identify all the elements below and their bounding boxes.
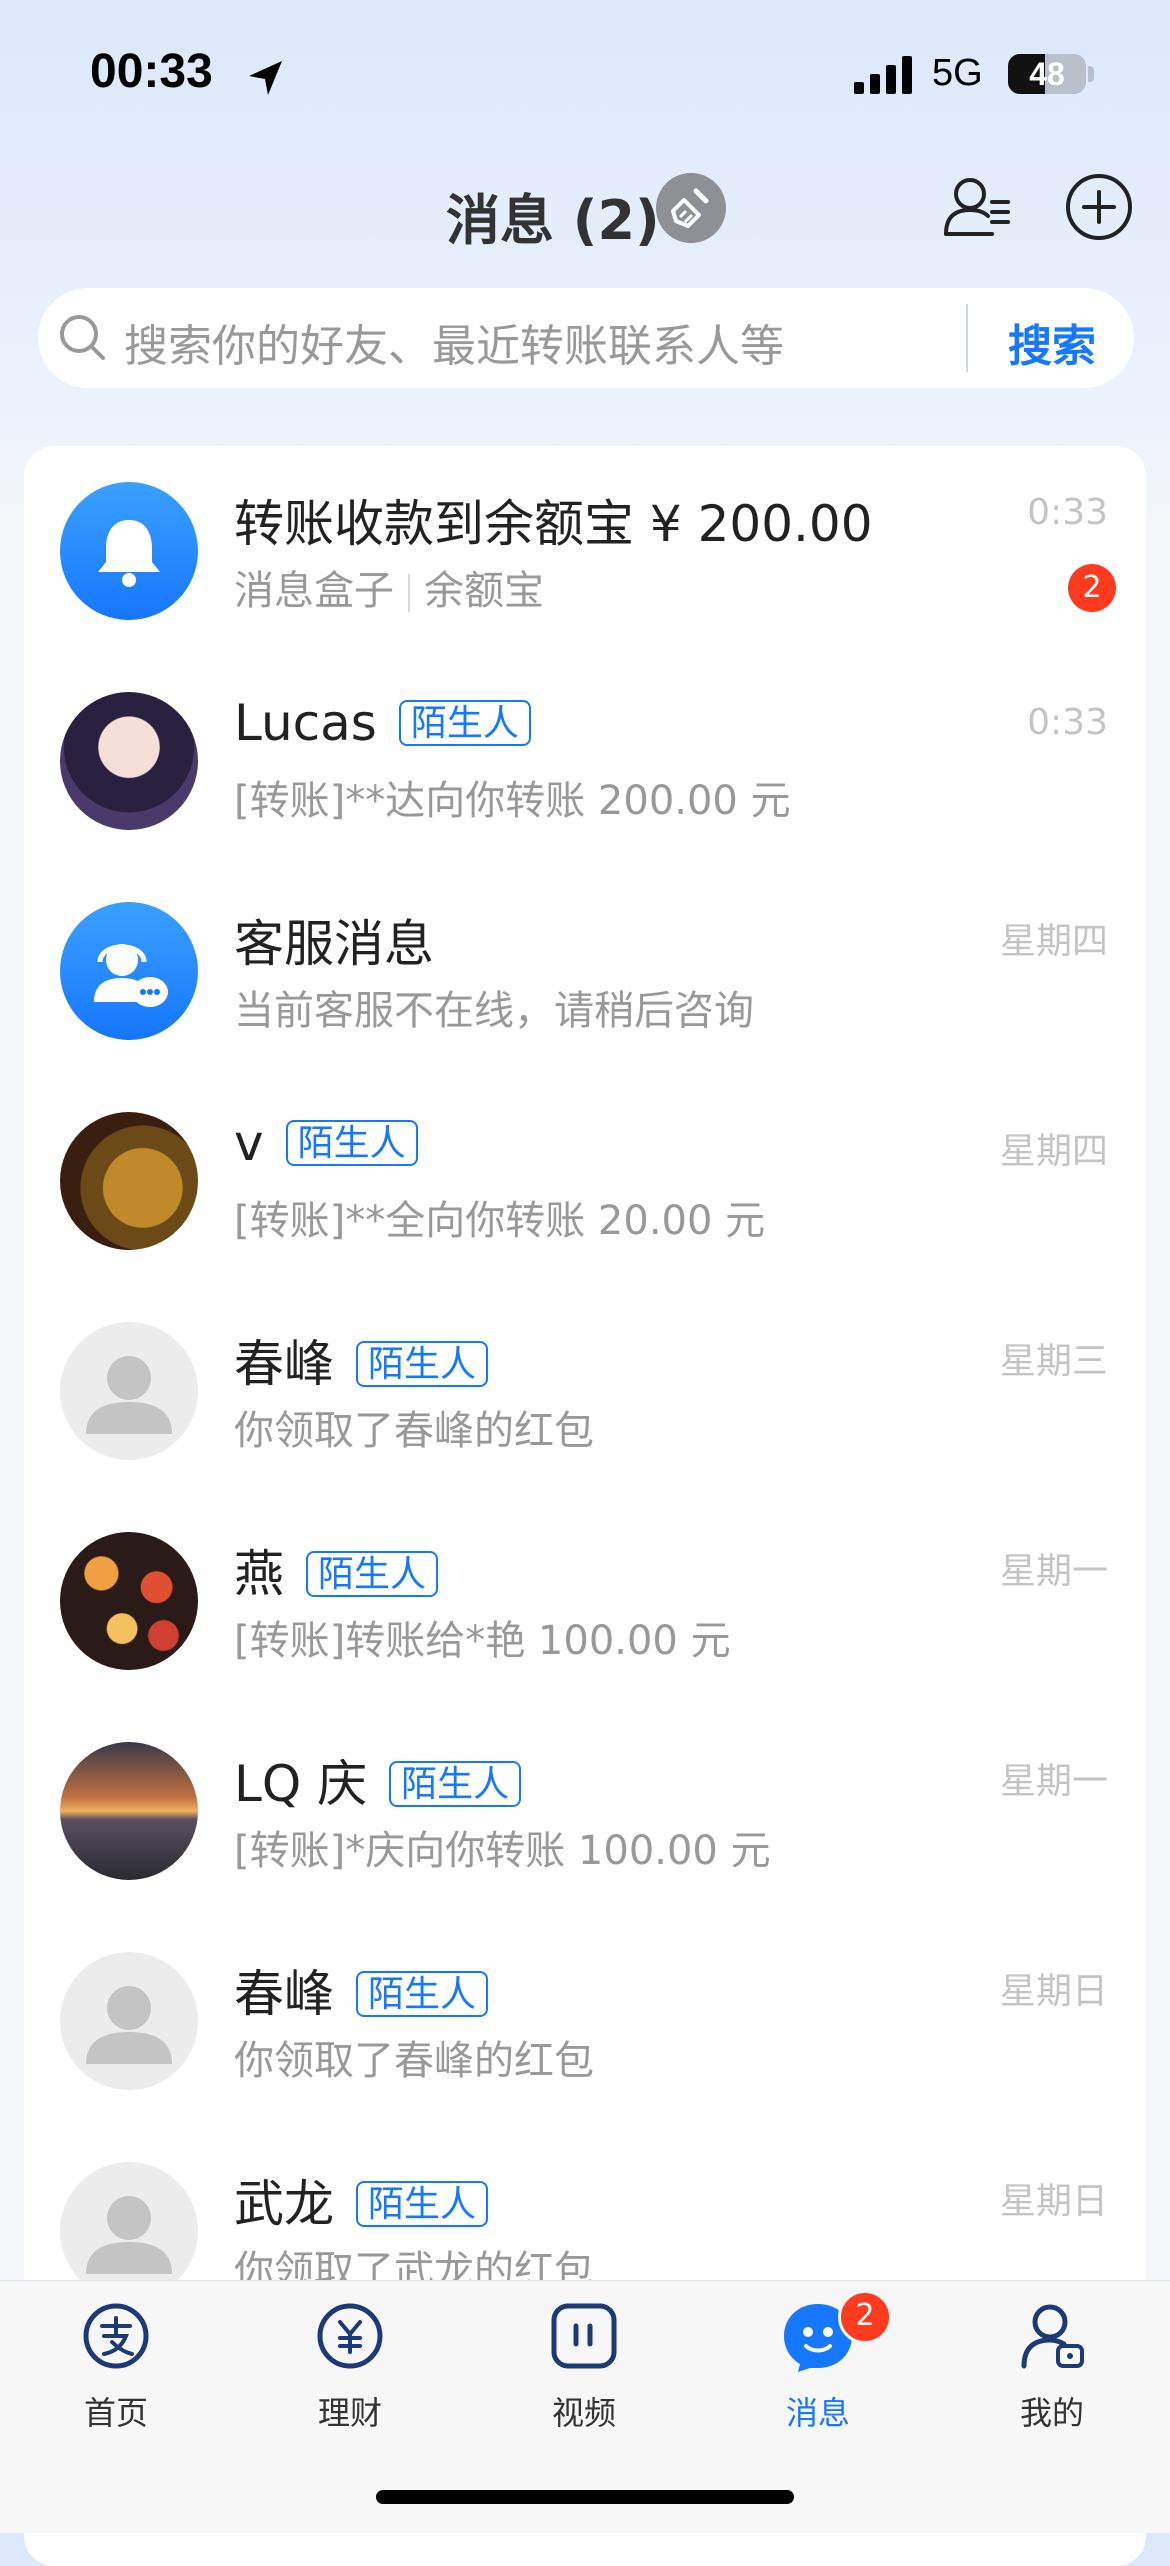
tab-wealth[interactable]: 理财 [270,2296,430,2434]
message-time: 0:33 [1027,702,1108,743]
video-icon [551,2303,617,2369]
message-source: 消息盒子 [234,568,394,614]
network-type: 5G [932,52,983,94]
message-time: 星期一 [999,1551,1108,1592]
message-preview: 你领取了春峰的红包 [234,2038,594,2084]
battery-tip [1088,66,1094,82]
contact-name: Lucas [234,694,377,752]
statue-avatar [60,1112,198,1250]
message-row-yan[interactable]: 燕陌生人 [转账]转账给*艳 100.00 元 星期一 [0,1496,1170,1706]
message-time: 星期三 [999,1341,1108,1382]
tab-label: 消息 [785,2394,850,2432]
contact-name: 武龙 [234,2175,334,2233]
search-divider [966,304,968,372]
tab-unread-badge: 2 [838,2290,892,2344]
tab-video[interactable]: 视频 [504,2296,664,2434]
stranger-tag: 陌生人 [356,1970,489,2017]
message-preview: 你领取了春峰的红包 [234,1408,594,1454]
contact-name: 春峰 [234,1335,334,1393]
battery-icon: 48 [1008,54,1086,94]
stranger-tag: 陌生人 [356,1340,489,1387]
contact-name: 春峰 [234,1965,334,2023]
stranger-tag: 陌生人 [389,1760,522,1807]
message-time: 星期日 [999,2181,1108,2222]
message-row-customer-service[interactable]: 客服消息 当前客服不在线，请稍后咨询 星期四 [0,866,1170,1076]
location-arrow-icon [249,61,282,95]
message-preview: [转账]**全向你转账 20.00 元 [234,1198,766,1244]
lanterns-avatar [60,1532,198,1670]
yuan-icon [317,2303,383,2369]
message-preview: [转账]**达向你转账 200.00 元 [234,778,791,824]
message-preview: [转账]*庆向你转账 100.00 元 [234,1828,771,1874]
message-time: 星期一 [999,1761,1108,1802]
alipay-home-icon [83,2303,149,2369]
search-input[interactable]: 搜索你的好友、最近转账联系人等 [124,310,784,374]
bell-icon [60,482,198,620]
message-preview: [转账]转账给*艳 100.00 元 [234,1618,731,1664]
clear-unread-button[interactable] [656,173,726,243]
add-icon[interactable] [1064,172,1134,242]
battery-percent: 48 [1029,56,1065,92]
divider [408,574,410,612]
search-button[interactable]: 搜索 [1008,310,1096,374]
tab-home[interactable]: 首页 [36,2296,196,2434]
tab-profile[interactable]: 我的 [972,2296,1132,2434]
stranger-tag: 陌生人 [306,1550,439,1597]
contacts-icon[interactable] [942,172,1014,242]
message-category: 余额宝 [424,568,544,614]
unread-badge: 2 [1068,564,1116,612]
stranger-tag: 陌生人 [398,699,531,746]
tab-label: 首页 [83,2394,148,2432]
tab-label: 我的 [1019,2394,1084,2432]
sunset-avatar [60,1742,198,1880]
message-row-lucas[interactable]: Lucas 陌生人 [转账]**达向你转账 200.00 元 0:33 [0,656,1170,866]
customer-service-icon [60,902,198,1040]
page-title: 消息 (2) [446,189,660,252]
message-row-chunfeng-2[interactable]: 春峰 陌生人 你领取了春峰的红包 星期日 [0,1916,1170,2126]
broom-icon [671,188,709,228]
message-preview: 当前客服不在线，请稍后咨询 [234,988,754,1034]
search-icon [60,315,105,360]
message-time: 星期四 [999,921,1108,962]
message-time: 星期四 [999,1131,1108,1172]
message-time: 0:33 [1027,492,1108,533]
stranger-tag: 陌生人 [285,1119,418,1166]
contact-name: LQ 庆 [234,1755,368,1813]
default-avatar [60,1322,198,1460]
message-row-yuebao[interactable]: 转账收款到余额宝 ¥ 200.00 消息盒子 余额宝 0:33 2 [0,446,1170,656]
contact-name: 燕 [234,1545,284,1603]
home-indicator[interactable] [376,2490,794,2504]
stranger-tag: 陌生人 [356,2180,489,2227]
tab-label: 视频 [551,2394,616,2432]
contact-name: 客服消息 [234,915,434,973]
message-row-lq[interactable]: LQ 庆陌生人 [转账]*庆向你转账 100.00 元 星期一 [0,1706,1170,1916]
status-time: 00:33 [90,45,213,98]
contact-name: v [234,1114,264,1172]
message-time: 星期日 [999,1971,1108,2012]
signal-icon [854,56,912,94]
default-avatar [60,1952,198,2090]
message-row-chunfeng[interactable]: 春峰 陌生人 你领取了春峰的红包 星期三 [0,1286,1170,1496]
message-row-v[interactable]: v 陌生人 [转账]**全向你转账 20.00 元 星期四 [0,1076,1170,1286]
profile-icon [1021,2304,1084,2369]
tab-label: 理财 [317,2394,382,2432]
message-title: 转账收款到余额宝 ¥ 200.00 [234,495,873,553]
anime-avatar [60,692,198,830]
